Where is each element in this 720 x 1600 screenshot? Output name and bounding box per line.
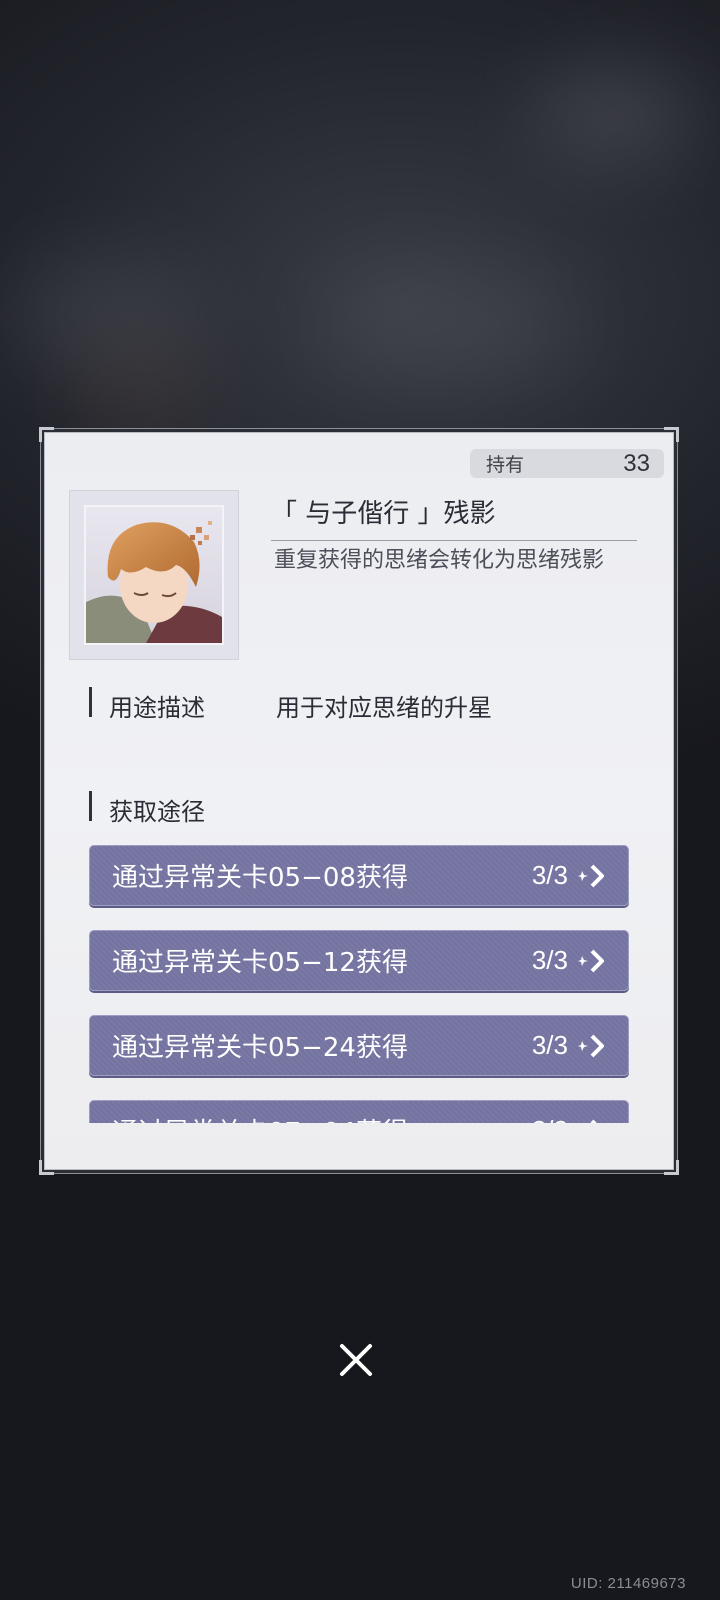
dialog-corner: [39, 427, 54, 442]
section-marker: [89, 791, 92, 821]
dialog-corner: [664, 1160, 679, 1175]
background-blur: [320, 270, 580, 380]
owned-counter: 持有 33: [470, 449, 664, 478]
chevron-sparkle-icon: [578, 1034, 604, 1058]
source-route-list[interactable]: 通过异常关卡05−08获得 3/3 通过异常关卡05−12获得 3/3 通过异常…: [89, 845, 629, 1123]
chevron-sparkle-icon: [578, 949, 604, 973]
chevron-sparkle-icon: [590, 1119, 597, 1123]
usage-text: 用于对应思绪的升星: [276, 694, 492, 722]
item-detail-dialog: 持有 33 「 与子偕行 」残影 重复获得的思绪会转化为思绪残影 用途描述 用于…: [39, 427, 679, 1175]
route-count: 3/3: [532, 1115, 568, 1123]
route-count: 3/3: [531, 860, 568, 890]
item-name: 「 与子偕行 」残影: [271, 493, 637, 541]
source-route-button[interactable]: 通过异常关卡07−04获得 3/3: [89, 1100, 629, 1123]
route-label: 通过异常关卡05−12获得: [112, 948, 408, 978]
sources-title: 获取途径: [109, 798, 205, 826]
route-label: 通过异常关卡05−08获得: [112, 863, 408, 893]
item-portrait-frame: [69, 490, 239, 660]
dialog-corner: [39, 1160, 54, 1175]
background-blur: [80, 360, 200, 430]
source-route-button[interactable]: 通过异常关卡05−08获得 3/3: [89, 845, 629, 906]
usage-title: 用途描述: [109, 694, 205, 722]
item-portrait: [84, 505, 224, 645]
owned-count: 33: [623, 449, 650, 477]
user-id: UID: 211469673: [570, 1575, 686, 1592]
background-blur: [10, 260, 210, 370]
character-portrait-image: [86, 507, 222, 643]
route-label: 通过异常关卡07−04获得: [112, 1112, 408, 1123]
route-label: 通过异常关卡05−24获得: [112, 1033, 408, 1063]
section-marker: [89, 687, 92, 717]
route-count: 3/3: [531, 945, 568, 975]
dialog-corner: [664, 427, 679, 442]
source-route-button[interactable]: 通过异常关卡05−24获得 3/3: [89, 1015, 629, 1076]
owned-label: 持有: [486, 454, 525, 476]
item-note: 重复获得的思绪会转化为思绪残影: [274, 548, 605, 573]
background-blur: [530, 70, 700, 160]
chevron-sparkle-icon: [578, 864, 604, 888]
route-count: 3/3: [531, 1030, 568, 1060]
source-route-button[interactable]: 通过异常关卡05−12获得 3/3: [89, 930, 629, 991]
close-icon[interactable]: [336, 1340, 376, 1380]
